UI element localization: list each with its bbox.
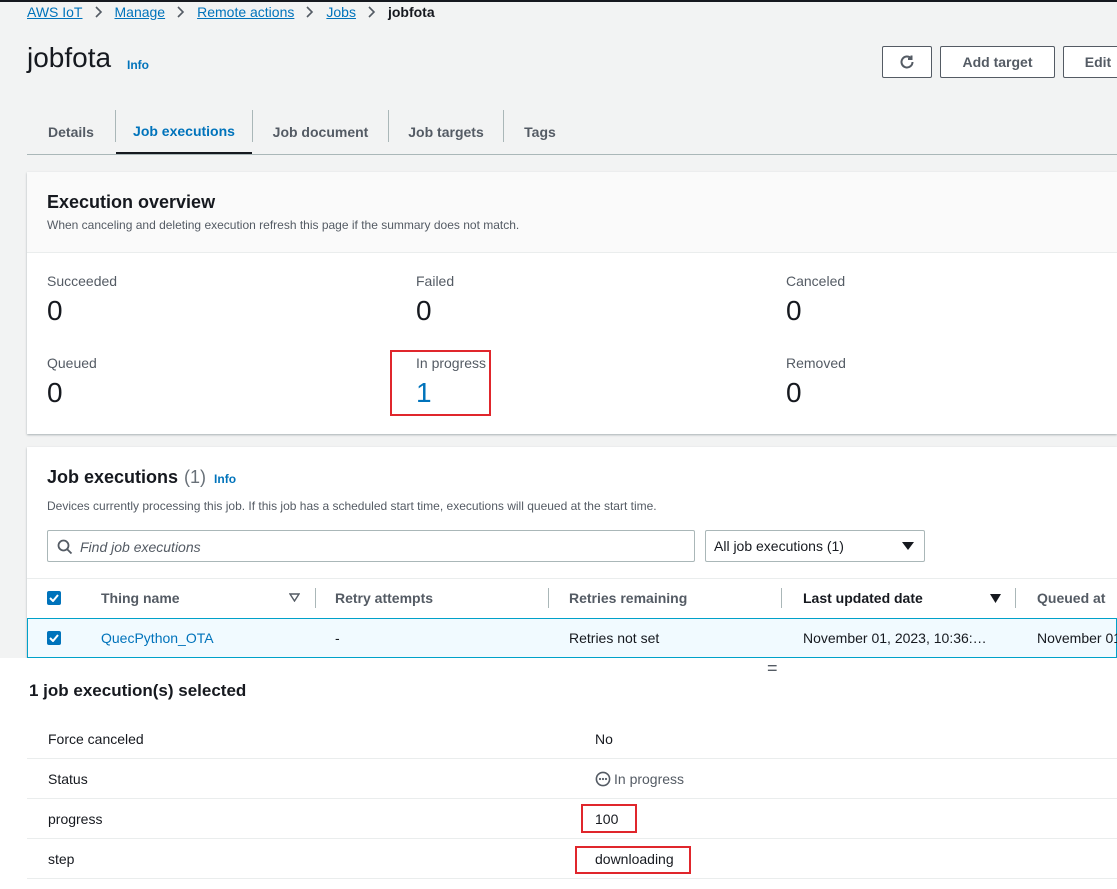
column-header-thing-name[interactable]: Thing name — [101, 590, 180, 606]
refresh-icon — [898, 53, 916, 71]
chevron-right-icon — [362, 5, 382, 19]
detail-row-progress: progress 100 — [27, 799, 1117, 839]
column-header-retries-remaining[interactable]: Retries remaining — [569, 590, 687, 606]
tab-details[interactable]: Details — [27, 110, 115, 154]
detail-key: Force canceled — [48, 731, 144, 747]
stat-failed-value: 0 — [416, 295, 432, 326]
breadcrumb-remote-actions[interactable]: Remote actions — [197, 4, 294, 20]
stat-removed-label: Removed — [786, 355, 846, 371]
chevron-right-icon — [89, 5, 109, 19]
detail-row-force-canceled: Force canceled No — [27, 719, 1117, 759]
execution-filter-value: All job executions (1) — [714, 538, 844, 554]
breadcrumb-jobs[interactable]: Jobs — [326, 4, 356, 20]
highlight-box-progress — [581, 804, 637, 833]
stat-failed-label: Failed — [416, 273, 455, 289]
stat-canceled-value: 0 — [786, 295, 802, 326]
tab-job-executions[interactable]: Job executions — [116, 110, 252, 154]
cell-last-updated: November 01, 2023, 10:36:… — [803, 630, 987, 646]
edit-button[interactable]: Edit — [1063, 46, 1117, 78]
tab-bar: Details Job executions Job document Job … — [27, 110, 1117, 155]
stat-succeeded-value: 0 — [47, 295, 63, 326]
info-link[interactable]: Info — [127, 58, 149, 72]
job-executions-title: Job executions — [47, 467, 179, 487]
stat-queued-label: Queued — [47, 355, 97, 371]
split-panel-resize-handle[interactable]: = — [767, 658, 778, 679]
execution-overview-panel: Execution overview When canceling and de… — [27, 172, 1117, 434]
column-header-last-updated[interactable]: Last updated date — [803, 590, 923, 606]
detail-value: No — [595, 731, 613, 747]
breadcrumb-aws-iot[interactable]: AWS IoT — [27, 4, 83, 20]
detail-key: step — [48, 851, 75, 867]
tab-job-targets[interactable]: Job targets — [389, 110, 503, 154]
split-panel-title: 1 job execution(s) selected — [29, 681, 247, 700]
detail-row-status: Status In progress — [27, 759, 1117, 799]
cell-retries-remaining: Retries not set — [569, 630, 660, 646]
cell-queued-at: November 01 — [1037, 630, 1117, 646]
table-header-divider — [27, 578, 1117, 579]
detail-value-status: In progress — [614, 771, 685, 787]
cell-retry-attempts: - — [335, 630, 340, 646]
filter-caret-icon[interactable] — [289, 593, 300, 602]
highlight-box-step — [575, 846, 691, 874]
execution-overview-title: Execution overview — [47, 192, 216, 212]
row-checkbox[interactable] — [47, 631, 61, 645]
breadcrumb-manage[interactable]: Manage — [115, 4, 166, 20]
select-all-checkbox[interactable] — [47, 591, 61, 605]
in-progress-icon — [595, 771, 611, 787]
column-divider[interactable] — [315, 588, 316, 608]
breadcrumb-current: jobfota — [387, 4, 435, 20]
highlight-box-in-progress — [390, 350, 491, 416]
page-title: jobfota — [27, 42, 112, 73]
execution-filter-select[interactable]: All job executions (1) — [705, 530, 925, 562]
add-target-button[interactable]: Add target — [940, 46, 1055, 78]
info-link[interactable]: Info — [214, 472, 236, 486]
column-header-retry-attempts[interactable]: Retry attempts — [335, 590, 433, 606]
search-box — [47, 530, 695, 562]
refresh-button[interactable] — [882, 46, 932, 78]
breadcrumb: AWS IoT Manage Remote actions Jobs jobfo… — [27, 3, 435, 21]
stat-queued-value: 0 — [47, 377, 63, 408]
detail-row-step: step downloading — [27, 839, 1117, 879]
sort-descending-icon[interactable] — [990, 594, 1001, 603]
column-divider[interactable] — [548, 588, 549, 608]
column-divider[interactable] — [781, 588, 782, 608]
job-executions-description: Devices currently processing this job. I… — [47, 499, 657, 513]
stat-succeeded-label: Succeeded — [47, 273, 118, 289]
execution-overview-header: Execution overview When canceling and de… — [27, 172, 1117, 253]
column-divider[interactable] — [1015, 588, 1016, 608]
tab-job-document[interactable]: Job document — [253, 110, 388, 154]
job-executions-count: (1) — [184, 467, 207, 487]
stat-canceled-label: Canceled — [786, 273, 846, 289]
chevron-right-icon — [171, 5, 191, 19]
chevron-right-icon — [300, 5, 320, 19]
top-border — [0, 0, 1117, 2]
search-input[interactable] — [80, 537, 680, 557]
column-header-queued-at[interactable]: Queued at — [1037, 590, 1105, 606]
detail-key: Status — [48, 771, 88, 787]
caret-down-icon — [902, 542, 914, 550]
search-icon — [57, 539, 73, 555]
tab-tags[interactable]: Tags — [504, 110, 576, 154]
cell-thing-name-link[interactable]: QuecPython_OTA — [101, 630, 214, 646]
stat-removed-value: 0 — [786, 377, 802, 408]
split-panel: = 1 job execution(s) selected Force canc… — [0, 658, 1117, 889]
execution-overview-description: When canceling and deleting execution re… — [47, 218, 520, 232]
detail-key: progress — [48, 811, 103, 827]
job-executions-title-row: Job executions (1) Info — [47, 467, 236, 488]
